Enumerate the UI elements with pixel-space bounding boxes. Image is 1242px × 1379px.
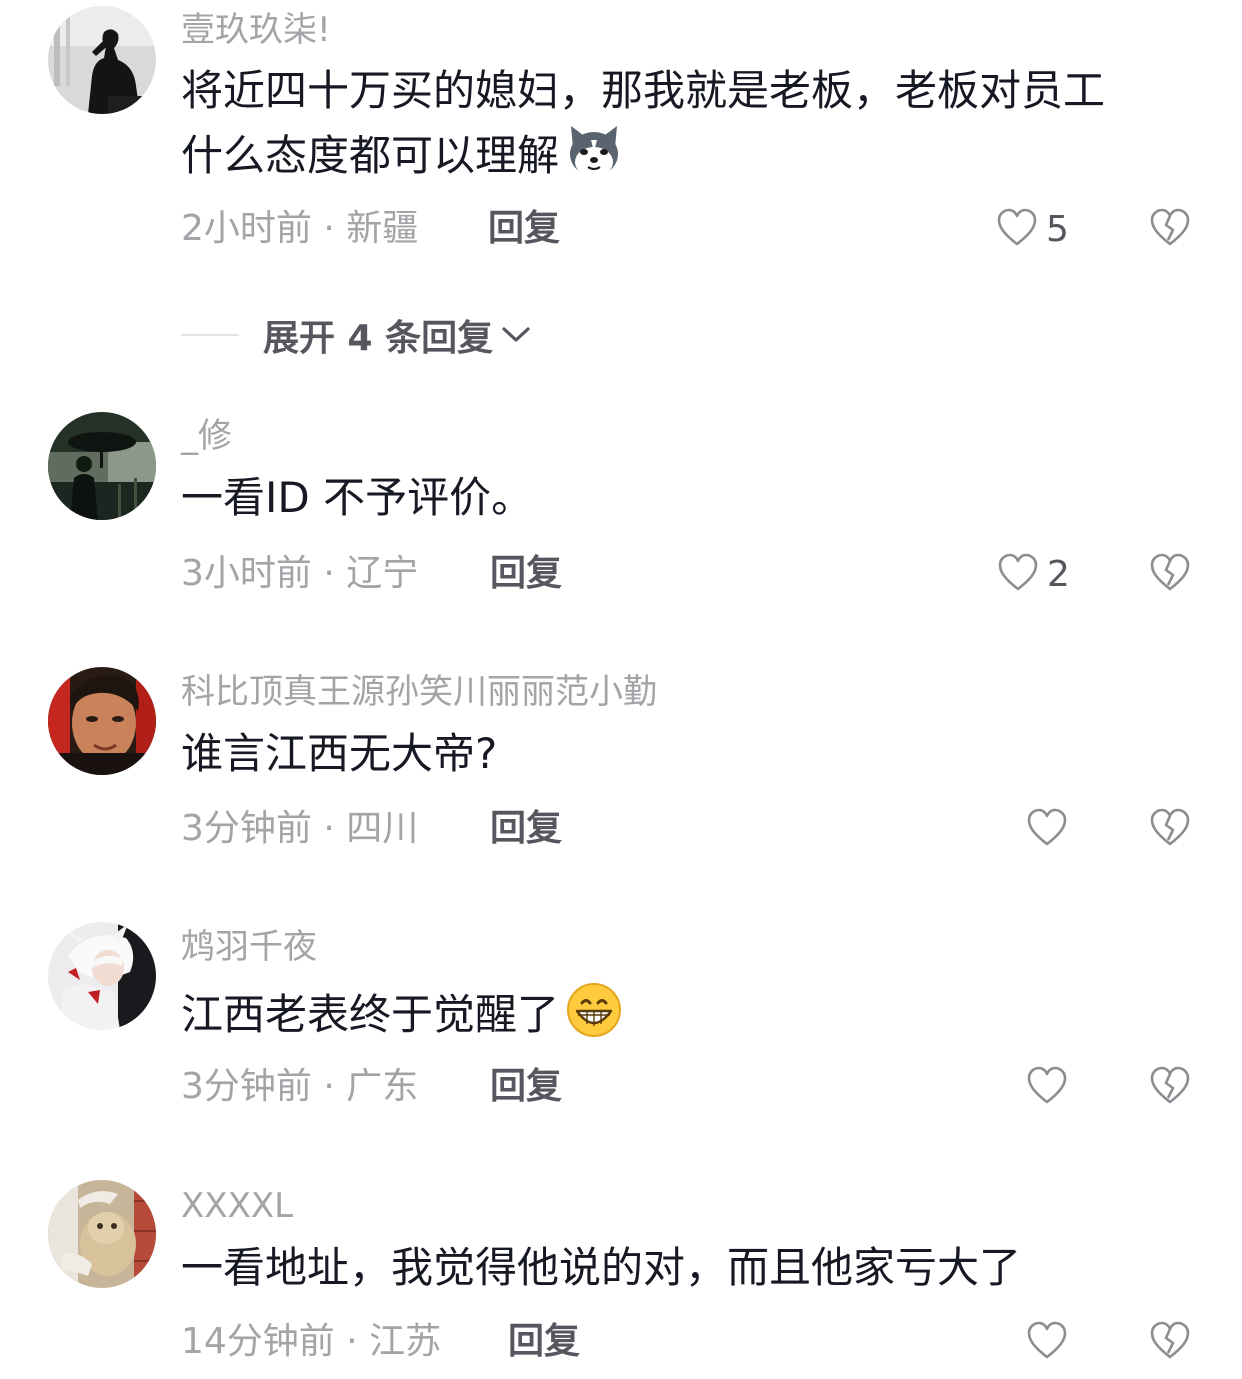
comment-time-location: 3小时前 · 辽宁 <box>181 553 419 594</box>
avatar[interactable] <box>48 412 156 520</box>
comment-text-segment: 江西老表终于觉醒了 <box>181 990 560 1039</box>
broken-heart-icon <box>1149 808 1191 852</box>
comment-text: 将近四十万买的媳妇，那我就是老板，老板对员工 什么态度都可以理解 <box>181 60 1191 184</box>
like-count: 5 <box>1046 209 1069 250</box>
avatar[interactable] <box>48 1180 156 1288</box>
dislike-button[interactable] <box>1148 206 1192 254</box>
comment-username[interactable]: 壹玖玖柒! <box>181 8 331 52</box>
comment-username[interactable]: 鸩羽千夜 <box>181 925 317 969</box>
divider <box>181 334 239 336</box>
like-button[interactable] <box>1026 1064 1076 1112</box>
dislike-button[interactable] <box>1148 806 1192 854</box>
grin-emoji <box>565 981 623 1039</box>
reply-button[interactable]: 回复 <box>488 205 560 253</box>
expand-replies-label: 展开 4 条回复 <box>263 318 494 359</box>
comment-text: 江西老表终于觉醒了 <box>181 981 1191 1043</box>
reply-button[interactable]: 回复 <box>490 805 562 853</box>
comment-username[interactable]: XXXXL <box>181 1184 293 1228</box>
heart-outline-icon <box>1026 1066 1068 1110</box>
comment-time-location: 3分钟前 · 四川 <box>181 808 419 849</box>
reply-button[interactable]: 回复 <box>508 1318 580 1366</box>
broken-heart-icon <box>1149 553 1191 597</box>
dislike-button[interactable] <box>1148 1064 1192 1112</box>
expand-replies-button[interactable]: 展开 4 条回复 <box>181 310 531 360</box>
comment-time-location: 3分钟前 · 广东 <box>181 1066 419 1107</box>
comment-text: 一看ID 不予评价。 <box>181 467 1191 529</box>
comment-username[interactable]: 科比顶真王源孙笑川丽丽范小勤 <box>181 670 657 714</box>
broken-heart-icon <box>1149 1321 1191 1365</box>
comment-time-location: 2小时前 · 新疆 <box>181 208 419 249</box>
like-button[interactable] <box>1026 1319 1076 1367</box>
heart-outline-icon <box>1026 1321 1068 1365</box>
avatar[interactable] <box>48 6 156 114</box>
comment-text-line: 将近四十万买的媳妇，那我就是老板，老板对员工 <box>181 66 1106 115</box>
comment-text-line: 江西老表终于觉醒了 <box>181 981 1191 1043</box>
dislike-button[interactable] <box>1148 551 1192 599</box>
like-count: 2 <box>1047 554 1070 595</box>
comment-text: 谁言江西无大帝? <box>181 723 1191 785</box>
heart-outline-icon <box>1026 808 1068 852</box>
avatar[interactable] <box>48 667 156 775</box>
comment-text: 一看地址，我觉得他说的对，而且他家亏大了 <box>181 1237 1191 1299</box>
comment-text-line: 谁言江西无大帝? <box>181 729 498 778</box>
heart-outline-icon <box>997 553 1039 597</box>
comment-text-line: 什么态度都可以理解 <box>181 122 1191 184</box>
comment-time-location: 14分钟前 · 江苏 <box>181 1321 442 1362</box>
broken-heart-icon <box>1149 208 1191 252</box>
comment-text-segment: 什么态度都可以理解 <box>181 131 560 180</box>
avatar[interactable] <box>48 922 156 1030</box>
comment-text-line: 一看ID 不予评价。 <box>181 473 534 522</box>
heart-outline-icon <box>996 208 1038 252</box>
broken-heart-icon <box>1149 1066 1191 1110</box>
comment-username[interactable]: _修 <box>181 414 232 458</box>
reply-button[interactable]: 回复 <box>490 1063 562 1111</box>
like-button[interactable]: 2 <box>997 551 1070 599</box>
chevron-down-icon <box>501 325 531 345</box>
husky-dog-emoji <box>565 122 623 180</box>
comment-text-line: 一看地址，我觉得他说的对，而且他家亏大了 <box>181 1243 1022 1292</box>
like-button[interactable]: 5 <box>996 206 1069 254</box>
dislike-button[interactable] <box>1148 1319 1192 1367</box>
reply-button[interactable]: 回复 <box>490 550 562 598</box>
like-button[interactable] <box>1026 806 1076 854</box>
